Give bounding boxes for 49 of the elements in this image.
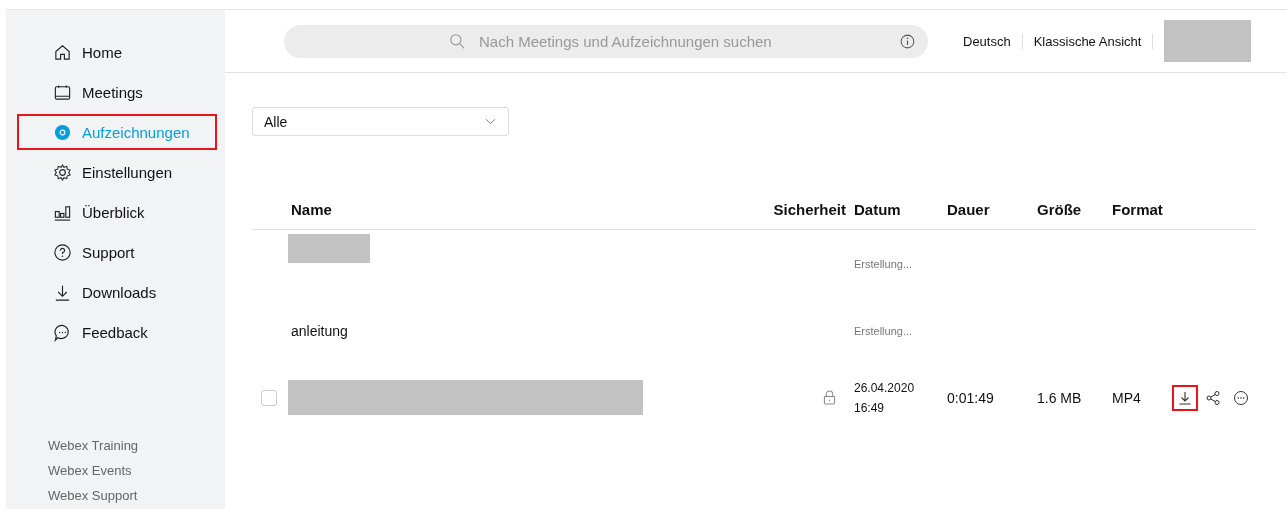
- column-header: Format: [1112, 200, 1164, 218]
- sidebar-item[interactable]: Support: [17, 234, 217, 270]
- sidebar-label: Home: [82, 43, 122, 61]
- sidebar-label: Support: [82, 243, 135, 261]
- share-icon: [1205, 389, 1221, 406]
- sidebar-item[interactable]: Einstellungen: [17, 154, 217, 190]
- footer-link[interactable]: Webex Events: [48, 463, 132, 478]
- help-icon: [53, 242, 72, 262]
- settings-icon: [53, 162, 72, 182]
- download-button[interactable]: [1172, 384, 1198, 411]
- download-icon: [1177, 389, 1193, 406]
- sidebar-label: Einstellungen: [82, 163, 173, 181]
- footer-link[interactable]: Webex Training: [48, 438, 139, 453]
- column-header: Datum: [854, 200, 902, 218]
- duration-text: 0:01:49: [947, 389, 994, 406]
- column-header: Sicherheit: [773, 200, 847, 218]
- sidebar-label: Downloads: [82, 283, 157, 301]
- record-icon: [53, 122, 72, 142]
- home-icon: [53, 42, 72, 62]
- column-header: Dauer: [947, 200, 991, 218]
- sidebar-item[interactable]: Downloads: [17, 274, 217, 310]
- info-icon[interactable]: [899, 32, 916, 50]
- sidebar-item[interactable]: Meetings: [17, 74, 217, 110]
- chevron-down-icon: [485, 118, 496, 125]
- sidebar-label: Aufzeichnungen: [82, 123, 190, 141]
- date-text: Erstellung...: [854, 325, 913, 338]
- size-text: 1.6 MB: [1037, 389, 1082, 406]
- sidebar-label: Überblick: [82, 203, 145, 221]
- format-text: MP4: [1112, 389, 1141, 406]
- sidebar-item[interactable]: Feedback: [17, 314, 217, 350]
- footer-link[interactable]: Webex Support: [48, 488, 138, 503]
- sidebar-item[interactable]: Überblick: [17, 194, 217, 230]
- filter-dropdown[interactable]: Alle: [252, 107, 509, 136]
- date-text: 26.04.2020 16:49: [854, 381, 915, 415]
- search-icon: [449, 32, 466, 50]
- sidebar-label: Feedback: [82, 323, 148, 341]
- row-checkbox[interactable]: [261, 389, 277, 406]
- date-text: Erstellung...: [854, 258, 913, 271]
- sidebar-label: Meetings: [82, 83, 143, 101]
- column-header: Name: [290, 200, 333, 218]
- sidebar-item[interactable]: Home: [17, 34, 217, 70]
- column-header: Größe: [1037, 200, 1083, 218]
- speech-bubble-icon: [53, 322, 72, 342]
- calendar-icon: [53, 82, 72, 102]
- more-icon: [1233, 389, 1249, 406]
- header-link[interactable]: Deutsch: [963, 33, 1022, 49]
- search-field[interactable]: Nach Meetings und Aufzeichnungen suchen: [284, 24, 928, 58]
- header-link[interactable]: Klassische Ansicht: [1021, 33, 1154, 49]
- recording-name[interactable]: anleitung: [288, 322, 348, 339]
